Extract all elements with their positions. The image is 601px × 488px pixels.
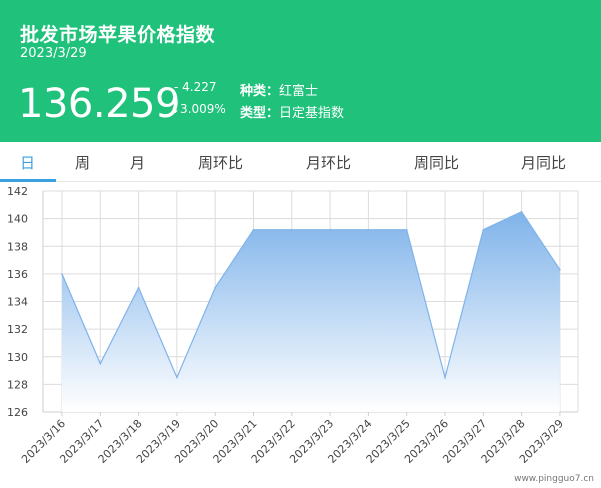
- type-value: 日定基指数: [279, 106, 345, 121]
- y-tick-label: 138: [7, 240, 28, 253]
- watermark-text: www.pingguo7.cn: [514, 474, 594, 484]
- tab-week-year-on-year[interactable]: 周同比: [414, 152, 459, 173]
- y-tick-label: 126: [7, 406, 28, 419]
- price-value: 136.259: [18, 81, 180, 127]
- change-percent: ↓3.009%: [170, 102, 226, 116]
- y-tick-label: 128: [7, 378, 28, 391]
- data-point: [214, 286, 216, 289]
- data-point: [444, 376, 446, 379]
- y-tick-label: 136: [7, 268, 28, 281]
- y-tick-label: 132: [7, 323, 28, 336]
- kind-label: 种类：: [240, 84, 280, 99]
- data-point: [99, 362, 102, 365]
- tab-week[interactable]: 周: [75, 152, 90, 173]
- date-label: 2023/3/29: [20, 46, 87, 61]
- tab-week-on-week[interactable]: 周环比: [198, 152, 243, 173]
- y-tick-label: 140: [7, 213, 28, 226]
- data-point: [405, 228, 408, 231]
- data-point: [61, 273, 63, 275]
- data-point: [252, 228, 255, 231]
- data-point: [559, 268, 561, 271]
- y-tick-label: 142: [7, 185, 28, 198]
- type-info: 类型：日定基指数: [240, 102, 344, 121]
- type-label: 类型：: [240, 106, 280, 121]
- data-point: [291, 228, 293, 231]
- period-tabs: 日 周 月 周环比 月环比 周同比 月同比: [0, 142, 601, 182]
- tab-month-year-on-year[interactable]: 月同比: [521, 152, 566, 173]
- tab-month[interactable]: 月: [130, 152, 145, 173]
- series-area: [62, 211, 560, 412]
- active-tab-indicator: [0, 179, 56, 182]
- data-point: [176, 376, 178, 379]
- tab-day[interactable]: 日: [20, 152, 35, 173]
- data-point: [137, 286, 140, 289]
- y-tick-label: 130: [7, 351, 28, 364]
- data-point: [482, 228, 485, 231]
- header-panel: 批发市场苹果价格指数 2023/3/29 136.259 - 4.227 ↓3.…: [0, 0, 601, 142]
- page-title: 批发市场苹果价格指数: [20, 24, 216, 46]
- tab-month-on-month[interactable]: 月环比: [306, 152, 351, 173]
- change-value: - 4.227: [174, 80, 217, 94]
- price-index-chart: 1261281301321341361381401422023/3/162023…: [7, 185, 594, 484]
- y-tick-label: 134: [7, 296, 28, 309]
- kind-info: 种类：红富士: [240, 80, 318, 99]
- kind-value: 红富士: [279, 84, 319, 99]
- data-point: [520, 210, 523, 213]
- data-point: [329, 228, 331, 231]
- data-point: [367, 228, 370, 231]
